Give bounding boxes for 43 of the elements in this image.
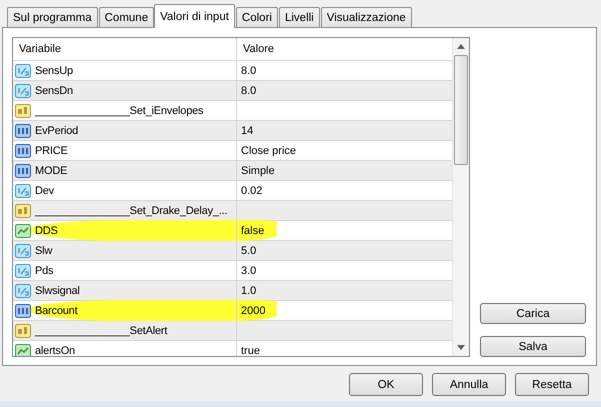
- side-button[interactable]: Carica: [480, 303, 586, 324]
- tab[interactable]: Visualizzazione: [320, 7, 412, 27]
- parameter-name: PRICE: [35, 144, 68, 156]
- parameter-name: Pds: [35, 264, 54, 276]
- parameter-value[interactable]: 3.0: [241, 264, 256, 276]
- parameter-name: SensUp: [35, 64, 73, 76]
- parameter-name: EvPeriod: [35, 124, 78, 136]
- parameter-name: ________________Set_iEnvelopes: [35, 104, 204, 116]
- column-header[interactable]: Valore: [237, 38, 452, 60]
- scrollbar[interactable]: [452, 38, 469, 356]
- dialog-button[interactable]: Annulla: [432, 373, 506, 396]
- parameter-value[interactable]: 14: [241, 124, 254, 136]
- parameter-value[interactable]: 1.0: [241, 284, 256, 296]
- parameter-name: Barcount: [35, 304, 78, 316]
- parameter-name: Slwsignal: [35, 284, 80, 296]
- tab[interactable]: Colori: [236, 7, 278, 27]
- parameter-name: MODE: [35, 164, 68, 176]
- parameter-value[interactable]: Simple: [241, 164, 275, 176]
- parameter-name: ________________Set_Drake_Delay_...: [35, 204, 228, 216]
- parameter-value[interactable]: 8.0: [241, 84, 256, 96]
- parameter-value[interactable]: Close price: [241, 144, 296, 156]
- tab[interactable]: Valori di input: [154, 4, 235, 28]
- column-header[interactable]: Variabile: [13, 38, 237, 60]
- parameter-value[interactable]: 5.0: [241, 244, 256, 256]
- parameter-value[interactable]: true: [241, 344, 260, 356]
- parameter-name: ________________SetAlert: [35, 324, 168, 336]
- parameter-value[interactable]: false: [241, 224, 264, 236]
- parameter-name: SensDn: [35, 84, 73, 96]
- side-button[interactable]: Salva: [480, 336, 586, 357]
- parameter-name: alertsOn: [35, 344, 75, 356]
- parameter-name: Dev: [35, 184, 54, 196]
- parameter-value[interactable]: 0.02: [241, 184, 262, 196]
- dialog-button[interactable]: OK: [349, 373, 423, 396]
- parameter-value[interactable]: 8.0: [241, 64, 256, 76]
- tab[interactable]: Comune: [98, 7, 154, 27]
- tab[interactable]: Sul programma: [7, 7, 98, 27]
- scroll-down-icon[interactable]: [457, 345, 465, 350]
- parameter-name: Slw: [35, 244, 52, 256]
- parameter-value[interactable]: 2000: [241, 304, 266, 316]
- dialog-button[interactable]: Resetta: [515, 373, 589, 396]
- tab[interactable]: Livelli: [278, 7, 320, 27]
- parameter-name: DDS: [35, 224, 58, 236]
- scroll-up-icon[interactable]: [457, 44, 465, 49]
